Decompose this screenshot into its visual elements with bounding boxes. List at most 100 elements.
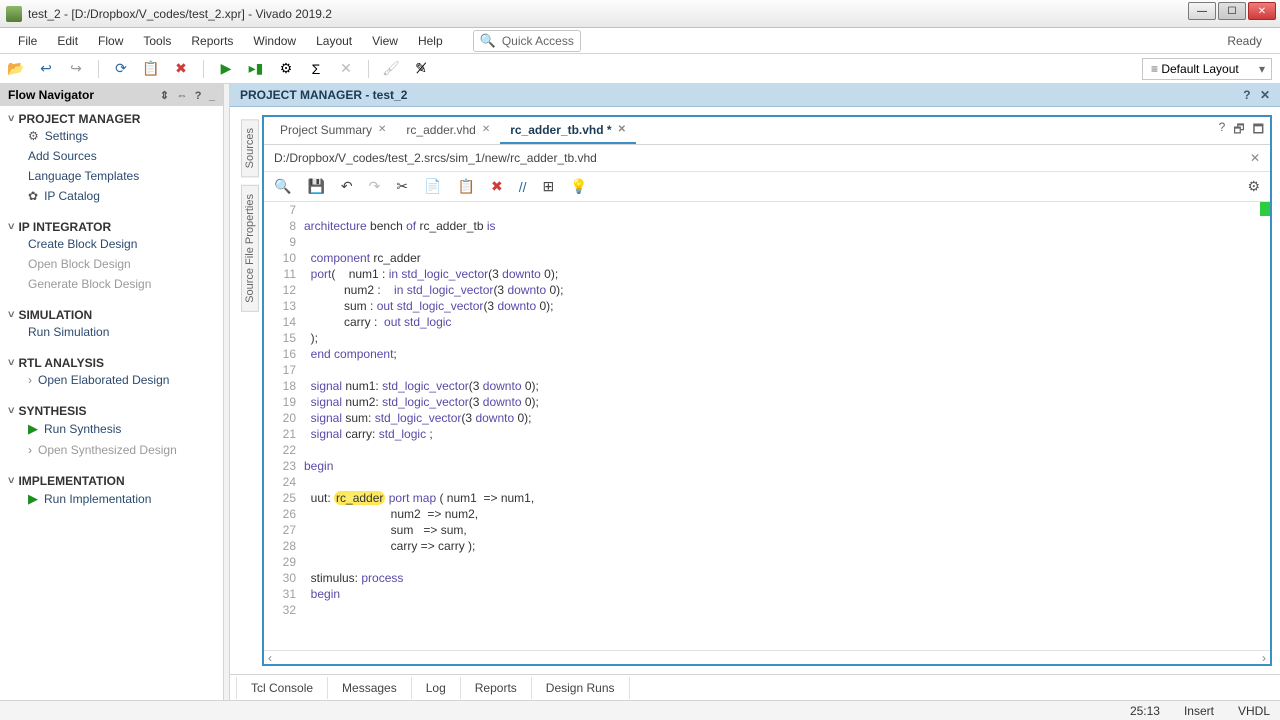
editor-settings-icon[interactable]: ⚙ <box>1247 178 1260 195</box>
code-text[interactable]: signal num1: std_logic_vector(3 downto 0… <box>304 378 539 394</box>
code-text[interactable]: carry : out std_logic <box>304 314 451 330</box>
sigma-icon[interactable]: Σ <box>308 61 324 77</box>
nav-item-ip-catalog[interactable]: ✿IP Catalog <box>8 186 215 206</box>
cancel-icon[interactable]: ✕ <box>338 61 354 77</box>
comment-icon[interactable]: // <box>519 179 527 195</box>
menu-file[interactable]: File <box>8 30 47 52</box>
layout-selector[interactable]: Default Layout <box>1142 58 1272 80</box>
code-text[interactable]: ); <box>304 330 318 346</box>
section-synthesis[interactable]: SYNTHESIS <box>8 404 215 418</box>
tab-rc-adder-vhd[interactable]: rc_adder.vhd✕ <box>396 118 500 144</box>
section-implementation[interactable]: IMPLEMENTATION <box>8 474 215 488</box>
open-icon[interactable]: 📂 <box>8 61 24 77</box>
menu-window[interactable]: Window <box>243 30 306 52</box>
line-number: 30 <box>264 570 304 586</box>
code-text[interactable]: signal num2: std_logic_vector(3 downto 0… <box>304 394 539 410</box>
bottom-tab-design-runs[interactable]: Design Runs <box>532 677 630 699</box>
filepath-close-icon[interactable]: ✕ <box>1250 151 1260 165</box>
delete-icon[interactable]: ✖ <box>491 178 503 195</box>
code-text[interactable]: begin <box>304 458 333 474</box>
code-text[interactable]: sum => sum, <box>304 522 467 538</box>
delete-icon[interactable]: ✖ <box>173 61 189 77</box>
menu-edit[interactable]: Edit <box>47 30 88 52</box>
bottom-tab-reports[interactable]: Reports <box>461 677 532 699</box>
tab-rc-adder-tb-vhd-[interactable]: rc_adder_tb.vhd *✕ <box>500 118 636 144</box>
code-text[interactable]: num2 => num2, <box>304 506 478 522</box>
hint-icon[interactable]: 💡 <box>570 178 587 195</box>
editor-help-icon[interactable]: ? <box>1219 120 1226 141</box>
help-icon[interactable]: ? <box>195 90 202 102</box>
noedit-icon[interactable]: ✎̸ <box>413 61 429 77</box>
nav-item-language-templates[interactable]: Language Templates <box>8 166 215 186</box>
horizontal-scrollbar[interactable]: ‹› <box>264 650 1270 664</box>
brush-icon[interactable]: 🖌 <box>383 61 399 77</box>
code-text[interactable]: port( num1 : in std_logic_vector(3 downt… <box>304 266 558 282</box>
maximize-button[interactable]: ☐ <box>1218 2 1246 20</box>
refresh-icon[interactable]: ⟳ <box>113 61 129 77</box>
find-icon[interactable]: 🔍 <box>274 178 291 195</box>
vtab-sources[interactable]: Sources <box>241 119 259 177</box>
code-text[interactable]: stimulus: process <box>304 570 403 586</box>
code-text[interactable]: uut: rc_adder port map ( num1 => num1, <box>304 490 534 506</box>
nav-item-settings[interactable]: ⚙Settings <box>8 126 215 146</box>
section-ip-integrator[interactable]: IP INTEGRATOR <box>8 220 215 234</box>
menu-view[interactable]: View <box>362 30 408 52</box>
save-icon[interactable]: 💾 <box>307 178 324 195</box>
nav-item-run-synthesis[interactable]: ▶Run Synthesis <box>8 418 215 440</box>
menu-reports[interactable]: Reports <box>181 30 243 52</box>
minimize-panel-icon[interactable]: _ <box>209 90 215 102</box>
minimize-button[interactable]: — <box>1188 2 1216 20</box>
menu-help[interactable]: Help <box>408 30 453 52</box>
settings-icon[interactable]: ⚙ <box>278 61 294 77</box>
code-text[interactable]: architecture bench of rc_adder_tb is <box>304 218 496 234</box>
vtab-source-file-properties[interactable]: Source File Properties <box>241 185 259 312</box>
editor-restore-icon[interactable]: 🗗 <box>1233 120 1244 141</box>
code-text[interactable]: signal carry: std_logic ; <box>304 426 433 442</box>
nav-item-open-elaborated-design[interactable]: Open Elaborated Design <box>8 370 215 390</box>
redo-icon[interactable]: ↷ <box>369 178 381 195</box>
code-text[interactable]: begin <box>304 586 340 602</box>
section-rtl-analysis[interactable]: RTL ANALYSIS <box>8 356 215 370</box>
quick-access[interactable]: 🔍 Quick Access <box>473 30 581 52</box>
step-icon[interactable]: ▸▮ <box>248 61 264 77</box>
forward-icon[interactable]: ↪ <box>68 61 84 77</box>
code-text[interactable]: carry => carry ); <box>304 538 475 554</box>
column-select-icon[interactable]: ⊞ <box>542 178 554 195</box>
tab-close-icon[interactable]: ✕ <box>378 124 386 135</box>
nav-item-run-implementation[interactable]: ▶Run Implementation <box>8 488 215 510</box>
bottom-tab-messages[interactable]: Messages <box>328 677 412 699</box>
nav-item-run-simulation[interactable]: Run Simulation <box>8 322 215 342</box>
code-area[interactable]: 78architecture bench of rc_adder_tb is91… <box>264 202 1270 650</box>
editor-maximize-icon[interactable]: 🗖 <box>1253 120 1264 141</box>
cut-icon[interactable]: ✂ <box>396 178 408 195</box>
menu-tools[interactable]: Tools <box>133 30 181 52</box>
section-project-manager[interactable]: PROJECT MANAGER <box>8 112 215 126</box>
close-button[interactable]: ✕ <box>1248 2 1276 20</box>
nav-item-create-block-design[interactable]: Create Block Design <box>8 234 215 254</box>
run-icon[interactable]: ▶ <box>218 61 234 77</box>
back-icon[interactable]: ↩ <box>38 61 54 77</box>
paste-icon[interactable]: 📋 <box>458 178 475 195</box>
menu-flow[interactable]: Flow <box>88 30 133 52</box>
tab-close-icon[interactable]: ✕ <box>482 124 490 135</box>
context-close-icon[interactable]: ✕ <box>1260 88 1270 102</box>
undo-icon[interactable]: ↶ <box>341 178 353 195</box>
section-simulation[interactable]: SIMULATION <box>8 308 215 322</box>
menu-layout[interactable]: Layout <box>306 30 362 52</box>
pin-icon[interactable]: ⇔ <box>176 90 187 102</box>
bottom-tab-tcl-console[interactable]: Tcl Console <box>236 677 328 699</box>
nav-item-add-sources[interactable]: Add Sources <box>8 146 215 166</box>
context-help-icon[interactable]: ? <box>1243 88 1250 102</box>
tab-project-summary[interactable]: Project Summary✕ <box>270 118 396 144</box>
code-text[interactable]: sum : out std_logic_vector(3 downto 0); <box>304 298 554 314</box>
code-text[interactable]: signal sum: std_logic_vector(3 downto 0)… <box>304 410 531 426</box>
code-text[interactable]: num2 : in std_logic_vector(3 downto 0); <box>304 282 564 298</box>
copy-icon[interactable]: 📋 <box>143 61 159 77</box>
copy-icon[interactable]: 📄 <box>424 178 441 195</box>
collapse-icon[interactable]: ⇕ <box>160 90 169 102</box>
code-text[interactable]: component rc_adder <box>304 250 421 266</box>
line-number: 22 <box>264 442 304 458</box>
bottom-tab-log[interactable]: Log <box>412 677 461 699</box>
code-text[interactable]: end component; <box>304 346 397 362</box>
tab-close-icon[interactable]: ✕ <box>618 124 626 135</box>
